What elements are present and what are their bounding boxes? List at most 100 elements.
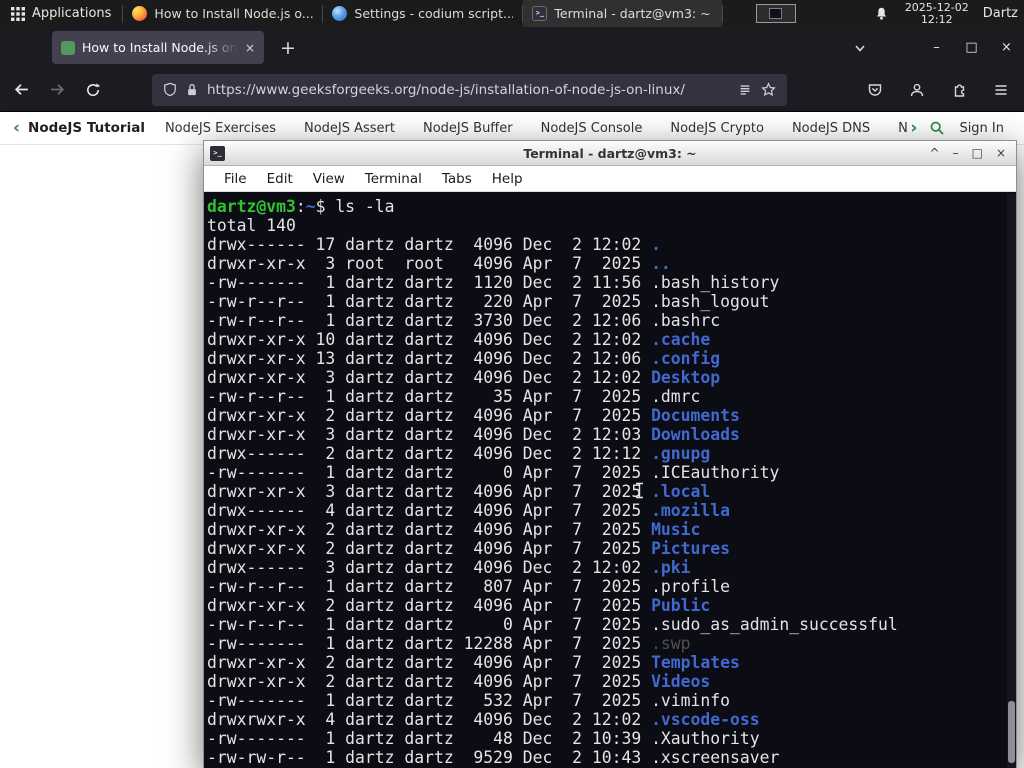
prompt-colon: : bbox=[295, 197, 306, 216]
back-button[interactable] bbox=[6, 75, 36, 105]
terminal-scrollbar[interactable] bbox=[1007, 194, 1016, 768]
terminal-menubar: File Edit View Terminal Tabs Help bbox=[204, 166, 1016, 192]
account-icon[interactable] bbox=[902, 75, 932, 105]
file-row-details: drwxr-xr-x 2 dartz dartz 4096 Apr 7 2025 bbox=[207, 672, 652, 691]
minimize-button[interactable]: – bbox=[953, 146, 959, 160]
menu-help[interactable]: Help bbox=[482, 171, 533, 187]
menu-edit[interactable]: Edit bbox=[257, 171, 303, 187]
file-row-details: -rw-r--r-- 1 dartz dartz 35 Apr 7 2025 bbox=[207, 387, 652, 406]
file-row-details: drwxr-xr-x 10 dartz dartz 4096 Dec 2 12:… bbox=[207, 330, 652, 349]
top-panel: Applications How to Install Node.js o...… bbox=[0, 0, 1024, 27]
terminal-icon: >_ bbox=[532, 6, 548, 21]
file-name: .ICEauthority bbox=[651, 463, 780, 482]
pocket-icon[interactable] bbox=[860, 75, 890, 105]
list-all-tabs-icon[interactable] bbox=[853, 41, 867, 55]
file-name: .config bbox=[651, 349, 721, 368]
nav-scroll-right-icon[interactable]: › bbox=[910, 118, 917, 138]
taskbar-window-firefox[interactable]: How to Install Node.js o... bbox=[123, 0, 322, 27]
shade-button[interactable]: ^ bbox=[930, 146, 940, 160]
file-row-details: -rw------- 1 dartz dartz 48 Dec 2 10:39 bbox=[207, 729, 652, 748]
sign-in-button[interactable]: Sign In bbox=[959, 121, 1004, 136]
forward-button[interactable] bbox=[42, 75, 72, 105]
site-nav-link[interactable]: NodeJS Buffer bbox=[423, 121, 513, 136]
file-name: .gnupg bbox=[651, 444, 711, 463]
command-text: ls -la bbox=[335, 197, 395, 216]
new-tab-button[interactable]: + bbox=[280, 37, 296, 59]
menu-terminal[interactable]: Terminal bbox=[355, 171, 432, 187]
clock[interactable]: 2025-12-02 12:12 bbox=[905, 1, 969, 26]
url-bar[interactable]: https://www.geeksforgeeks.org/node-js/in… bbox=[152, 73, 787, 106]
terminal-content[interactable]: dartz@vm3:~$ ls -la total 140 drwx------… bbox=[204, 194, 1016, 768]
browser-tab[interactable]: How to Install Node.js on... × bbox=[52, 31, 264, 64]
scrollbar-thumb[interactable] bbox=[1008, 701, 1015, 763]
file-name: .swp bbox=[651, 634, 691, 653]
terminal-window: >_ Terminal - dartz@vm3: ~ ^ – □ × File … bbox=[203, 140, 1017, 768]
window-close-button[interactable]: × bbox=[989, 40, 1024, 55]
file-row-details: drwxr-xr-x 2 dartz dartz 4096 Apr 7 2025 bbox=[207, 539, 652, 558]
prompt-path: ~ bbox=[305, 197, 316, 216]
firefox-navbar: https://www.geeksforgeeks.org/node-js/in… bbox=[0, 68, 1024, 112]
reader-view-icon[interactable] bbox=[738, 83, 752, 97]
workspace-switcher[interactable] bbox=[755, 4, 796, 23]
terminal-titlebar[interactable]: >_ Terminal - dartz@vm3: ~ ^ – □ × bbox=[204, 141, 1016, 166]
site-nav-link[interactable]: Node bbox=[898, 121, 908, 136]
file-row-details: -rw-r--r-- 1 dartz dartz 807 Apr 7 2025 bbox=[207, 577, 652, 596]
maximize-button[interactable]: □ bbox=[972, 146, 983, 160]
file-row-details: -rw-r--r-- 1 dartz dartz 0 Apr 7 2025 bbox=[207, 615, 652, 634]
tab-title: How to Install Node.js on... bbox=[82, 40, 238, 55]
menu-file[interactable]: File bbox=[214, 171, 257, 187]
file-row-details: drwx------ 2 dartz dartz 4096 Dec 2 12:1… bbox=[207, 444, 652, 463]
desktop: Applications How to Install Node.js o...… bbox=[0, 0, 1024, 768]
file-name: .dmrc bbox=[651, 387, 701, 406]
file-name: Pictures bbox=[651, 539, 731, 558]
file-name: Music bbox=[651, 520, 701, 539]
menu-tabs[interactable]: Tabs bbox=[432, 171, 482, 187]
close-button[interactable]: × bbox=[996, 146, 1006, 160]
taskbar-window-settings[interactable]: Settings - codium script... bbox=[323, 0, 522, 27]
menu-view[interactable]: View bbox=[303, 171, 355, 187]
workspace-window-thumb bbox=[769, 8, 783, 19]
file-name: .sudo_as_admin_successful bbox=[651, 615, 898, 634]
site-nav-link[interactable]: NodeJS Console bbox=[541, 121, 643, 136]
tab-close-icon[interactable]: × bbox=[245, 41, 255, 55]
file-name: Public bbox=[651, 596, 711, 615]
file-row-details: drwx------ 3 dartz dartz 4096 Dec 2 12:0… bbox=[207, 558, 652, 577]
file-name: .Xauthority bbox=[651, 729, 760, 748]
window-restore-button[interactable]: □ bbox=[954, 40, 989, 55]
reload-button[interactable] bbox=[78, 75, 108, 105]
taskbar-window-terminal[interactable]: >_ Terminal - dartz@vm3: ~ bbox=[523, 0, 723, 27]
window-minimize-button[interactable]: – bbox=[919, 40, 954, 55]
tracking-shield-icon bbox=[164, 82, 176, 97]
file-row-details: -rw------- 1 dartz dartz 1120 Dec 2 11:5… bbox=[207, 273, 652, 292]
site-nav-link[interactable]: NodeJS Crypto bbox=[670, 121, 764, 136]
file-row-details: drwx------ 4 dartz dartz 4096 Apr 7 2025 bbox=[207, 501, 652, 520]
bookmark-star-icon[interactable] bbox=[761, 82, 776, 97]
lock-icon bbox=[188, 83, 196, 95]
file-name: .pki bbox=[651, 558, 691, 577]
file-name: .mozilla bbox=[651, 501, 731, 520]
file-name: .viminfo bbox=[651, 691, 731, 710]
nav-scroll-left-icon[interactable]: ‹ bbox=[13, 118, 20, 138]
file-row-details: -rw-rw-r-- 1 dartz dartz 9529 Dec 2 10:4… bbox=[207, 748, 652, 767]
tab-favicon bbox=[61, 40, 75, 55]
file-name: .bash_logout bbox=[651, 292, 770, 311]
site-nav-link[interactable]: NodeJS DNS bbox=[792, 121, 870, 136]
file-row-details: -rw-r--r-- 1 dartz dartz 220 Apr 7 2025 bbox=[207, 292, 652, 311]
file-name: .profile bbox=[651, 577, 731, 596]
site-nav-brand[interactable]: NodeJS Tutorial bbox=[28, 120, 145, 136]
applications-menu[interactable]: Applications bbox=[0, 0, 122, 27]
file-row-details: -rw------- 1 dartz dartz 532 Apr 7 2025 bbox=[207, 691, 652, 710]
extensions-icon[interactable] bbox=[944, 75, 974, 105]
user-menu[interactable]: Dartz bbox=[983, 6, 1018, 21]
menu-icon[interactable] bbox=[986, 75, 1016, 105]
terminal-output: dartz@vm3:~$ ls -la total 140 drwx------… bbox=[204, 194, 1016, 767]
terminal-window-title: Terminal - dartz@vm3: ~ bbox=[523, 145, 697, 161]
site-nav-link[interactable]: NodeJS Exercises bbox=[165, 121, 276, 136]
file-name: .cache bbox=[651, 330, 711, 349]
notifications-icon[interactable] bbox=[874, 6, 889, 21]
file-row-details: drwxr-xr-x 3 dartz dartz 4096 Dec 2 12:0… bbox=[207, 425, 652, 444]
taskbar-title: How to Install Node.js o... bbox=[154, 6, 314, 21]
file-row-details: drwx------ 17 dartz dartz 4096 Dec 2 12:… bbox=[207, 235, 652, 254]
search-icon[interactable] bbox=[929, 120, 945, 136]
site-nav-link[interactable]: NodeJS Assert bbox=[304, 121, 395, 136]
